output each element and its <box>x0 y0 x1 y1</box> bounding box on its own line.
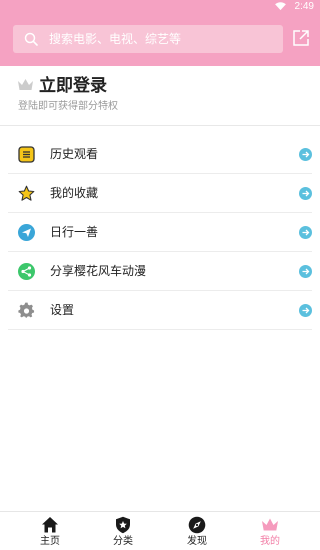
menu-item-good-deed[interactable]: 日行一善 <box>8 213 312 252</box>
menu-item-share[interactable]: 分享樱花风车动漫 <box>8 252 312 291</box>
menu-label: 历史观看 <box>50 147 99 161</box>
tab-label: 发现 <box>187 536 207 547</box>
tab-mine[interactable]: 我的 <box>240 512 300 550</box>
search-input[interactable]: 搜索电影、电视、综艺等 <box>49 31 181 47</box>
star-icon <box>18 185 35 201</box>
menu-label: 分享樱花风车动漫 <box>50 264 147 278</box>
arrow-right-icon <box>299 265 312 278</box>
status-bar: 2:49 <box>0 0 320 14</box>
shield-star-icon <box>116 516 130 534</box>
share-icon[interactable] <box>292 29 310 47</box>
gear-icon <box>18 302 35 318</box>
menu-label: 日行一善 <box>50 225 99 239</box>
crown-icon <box>18 79 33 90</box>
crown-icon <box>262 518 278 531</box>
login-panel[interactable]: 立即登录 登陆即可获得部分特权 <box>0 66 320 126</box>
menu-list: 历史观看 我的收藏 日行一善 分享樱花风车动漫 设置 <box>0 135 320 330</box>
tab-label: 分类 <box>113 536 133 547</box>
menu-label: 我的收藏 <box>50 186 99 200</box>
home-icon <box>42 517 58 533</box>
menu-item-history[interactable]: 历史观看 <box>8 135 312 174</box>
wifi-icon <box>275 2 286 11</box>
compass-icon <box>188 516 206 534</box>
login-title[interactable]: 立即登录 <box>39 76 107 96</box>
tab-label: 主页 <box>40 536 60 547</box>
login-subtitle: 登陆即可获得部分特权 <box>18 101 118 112</box>
arrow-right-icon <box>299 187 312 200</box>
app-header: 2:49 搜索电影、电视、综艺等 <box>0 0 320 66</box>
search-icon <box>24 32 38 46</box>
menu-item-favorites[interactable]: 我的收藏 <box>8 174 312 213</box>
arrow-right-icon <box>299 148 312 161</box>
status-time: 2:49 <box>294 1 314 12</box>
paper-plane-icon <box>18 224 35 241</box>
menu-label: 设置 <box>50 303 75 317</box>
arrow-right-icon <box>299 304 312 317</box>
tab-discover[interactable]: 发现 <box>167 512 227 550</box>
share-nodes-icon <box>18 263 35 280</box>
arrow-right-icon <box>299 226 312 239</box>
tab-home[interactable]: 主页 <box>20 512 80 550</box>
tab-category[interactable]: 分类 <box>93 512 153 550</box>
history-icon <box>18 146 35 163</box>
search-bar[interactable]: 搜索电影、电视、综艺等 <box>13 25 283 53</box>
tab-label: 我的 <box>260 536 280 547</box>
menu-item-settings[interactable]: 设置 <box>8 291 312 330</box>
bottom-tab-bar: 主页 分类 发现 我的 <box>0 511 320 550</box>
